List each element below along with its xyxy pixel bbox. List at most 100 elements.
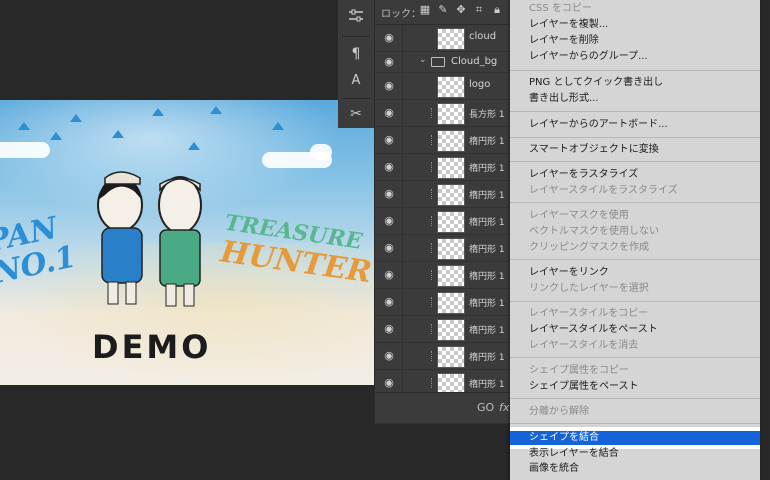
layer-name[interactable]: 楕円形 1 bbox=[469, 242, 505, 255]
layer-row[interactable]: ◉ 楕円形 1 bbox=[375, 289, 511, 316]
layer-thumbnail[interactable] bbox=[437, 76, 465, 98]
layer-name[interactable]: 長方形 1 bbox=[469, 107, 505, 120]
menu-item[interactable]: レイヤーをリンク bbox=[510, 266, 760, 280]
menu-item[interactable]: ベクトルマスクを使用しない bbox=[510, 225, 760, 239]
layer-group-row[interactable]: ◉ ⌄ Cloud_bg bbox=[375, 52, 511, 73]
menu-item[interactable]: 画像を統合 bbox=[510, 462, 760, 476]
layer-name[interactable]: 楕円形 1 bbox=[469, 377, 505, 390]
eye-icon[interactable]: ◉ bbox=[382, 269, 396, 281]
menu-item[interactable]: PNG としてクイック書き出し bbox=[510, 76, 760, 90]
link-layers-icon[interactable]: GO bbox=[477, 401, 494, 414]
eye-icon[interactable]: ◉ bbox=[382, 323, 396, 335]
visibility-divider bbox=[402, 127, 403, 153]
eye-icon[interactable]: ◉ bbox=[382, 296, 396, 308]
character-icon[interactable]: A bbox=[338, 66, 374, 94]
layer-row[interactable]: ◉ 楕円形 1 bbox=[375, 154, 511, 181]
layer-name[interactable]: cloud bbox=[469, 31, 496, 42]
menu-item[interactable]: リンクしたレイヤーを選択 bbox=[510, 282, 760, 296]
layer-thumbnail[interactable] bbox=[437, 157, 465, 179]
menu-item[interactable]: クリッピングマスクを作成 bbox=[510, 241, 760, 255]
paragraph-icon[interactable]: ¶ bbox=[338, 40, 374, 68]
layer-row[interactable]: ◉ 楕円形 1 bbox=[375, 208, 511, 235]
menu-item[interactable]: レイヤーからのアートボード... bbox=[510, 118, 760, 132]
layer-thumbnail[interactable] bbox=[437, 319, 465, 341]
lock-all-icon[interactable]: 🔒︎ bbox=[491, 4, 503, 16]
menu-item[interactable]: レイヤーからのグループ... bbox=[510, 50, 760, 64]
menu-separator bbox=[510, 137, 760, 138]
eye-icon[interactable]: ◉ bbox=[382, 215, 396, 227]
menu-item[interactable]: レイヤースタイルをラスタライズ bbox=[510, 184, 760, 198]
lock-row: ロック： ▦ ✎ ✥ ⌗ 🔒︎ bbox=[375, 0, 511, 25]
document-canvas[interactable]: PAN NO.1 TREASURE HUNTER DEMO bbox=[0, 100, 374, 385]
menu-item[interactable]: レイヤーをラスタライズ bbox=[510, 168, 760, 182]
lock-artboard-icon[interactable]: ⌗ bbox=[473, 4, 485, 16]
chevron-down-icon[interactable]: ⌄ bbox=[419, 55, 427, 65]
folder-icon bbox=[431, 57, 445, 67]
menu-item[interactable]: レイヤースタイルをペースト bbox=[510, 323, 760, 337]
menu-item[interactable]: 表示レイヤーを結合 bbox=[510, 447, 760, 461]
layer-row[interactable]: ◉ 楕円形 1 bbox=[375, 262, 511, 289]
menu-item[interactable]: レイヤーを削除 bbox=[510, 34, 760, 48]
layer-name[interactable]: 楕円形 1 bbox=[469, 269, 505, 282]
visibility-divider bbox=[402, 52, 403, 72]
layer-row[interactable]: ◉ cloud bbox=[375, 25, 511, 52]
menu-item[interactable]: 分離から解除 bbox=[510, 405, 760, 419]
menu-item[interactable]: シェイプを結合 bbox=[510, 431, 760, 445]
menu-item[interactable]: レイヤースタイルをコピー bbox=[510, 307, 760, 321]
layer-row[interactable]: ◉ 楕円形 1 bbox=[375, 316, 511, 343]
eye-icon[interactable]: ◉ bbox=[382, 377, 396, 389]
layer-thumbnail[interactable] bbox=[437, 130, 465, 152]
layer-name[interactable]: 楕円形 1 bbox=[469, 188, 505, 201]
lock-paint-icon[interactable]: ✎ bbox=[437, 4, 449, 16]
layer-thumbnail[interactable] bbox=[437, 184, 465, 206]
eye-icon[interactable]: ◉ bbox=[382, 32, 396, 44]
menu-item[interactable]: スマートオブジェクトに変換 bbox=[510, 143, 760, 157]
layer-thumbnail[interactable] bbox=[437, 265, 465, 287]
layer-name[interactable]: 楕円形 1 bbox=[469, 161, 505, 174]
eye-icon[interactable]: ◉ bbox=[382, 56, 396, 68]
menu-item[interactable]: 書き出し形式... bbox=[510, 92, 760, 106]
eye-icon[interactable]: ◉ bbox=[382, 161, 396, 173]
layer-thumbnail[interactable] bbox=[437, 238, 465, 260]
eye-icon[interactable]: ◉ bbox=[382, 350, 396, 362]
menu-item[interactable]: シェイプ属性をペースト bbox=[510, 380, 760, 394]
toolbar-divider bbox=[342, 98, 370, 99]
fx-icon[interactable]: fx bbox=[499, 401, 509, 414]
eye-icon[interactable]: ◉ bbox=[382, 242, 396, 254]
bird-icon bbox=[272, 122, 284, 130]
visibility-divider bbox=[402, 25, 403, 51]
layer-thumbnail[interactable] bbox=[437, 346, 465, 368]
layer-name[interactable]: 楕円形 1 bbox=[469, 323, 505, 336]
lock-transparent-icon[interactable]: ▦ bbox=[419, 4, 431, 16]
layer-thumbnail[interactable] bbox=[437, 211, 465, 233]
layer-name[interactable]: logo bbox=[469, 79, 490, 90]
eye-icon[interactable]: ◉ bbox=[382, 107, 396, 119]
visibility-divider bbox=[402, 316, 403, 342]
layer-row[interactable]: ◉ 楕円形 1 bbox=[375, 181, 511, 208]
menu-item[interactable]: CSS をコピー bbox=[510, 2, 760, 16]
layer-name[interactable]: 楕円形 1 bbox=[469, 350, 505, 363]
menu-item[interactable]: レイヤーを複製... bbox=[510, 18, 760, 32]
eye-icon[interactable]: ◉ bbox=[382, 134, 396, 146]
properties-icon[interactable] bbox=[338, 2, 374, 30]
menu-item[interactable]: レイヤーマスクを使用 bbox=[510, 209, 760, 223]
menu-item[interactable]: シェイプ属性をコピー bbox=[510, 364, 760, 378]
layer-row[interactable]: ◉ 楕円形 1 bbox=[375, 127, 511, 154]
layer-row[interactable]: ◉ 楕円形 1 bbox=[375, 343, 511, 370]
layer-thumbnail[interactable] bbox=[437, 292, 465, 314]
layer-thumbnail[interactable] bbox=[437, 28, 465, 50]
layer-row[interactable]: ◉ 楕円形 1 bbox=[375, 235, 511, 262]
menu-item[interactable]: レイヤースタイルを消去 bbox=[510, 339, 760, 353]
layer-row[interactable]: ◉ logo bbox=[375, 73, 511, 100]
lock-position-icon[interactable]: ✥ bbox=[455, 4, 467, 16]
eye-icon[interactable]: ◉ bbox=[382, 80, 396, 92]
layer-name[interactable]: 楕円形 1 bbox=[469, 215, 505, 228]
layer-name[interactable]: 楕円形 1 bbox=[469, 134, 505, 147]
eye-icon[interactable]: ◉ bbox=[382, 188, 396, 200]
layer-name[interactable]: 楕円形 1 bbox=[469, 296, 505, 309]
tools-icon[interactable]: ✂ bbox=[338, 100, 374, 128]
cloud-shape bbox=[310, 144, 332, 160]
layer-row[interactable]: ◉ 長方形 1 bbox=[375, 100, 511, 127]
layer-thumbnail[interactable] bbox=[437, 103, 465, 125]
layer-name[interactable]: Cloud_bg bbox=[451, 56, 497, 67]
